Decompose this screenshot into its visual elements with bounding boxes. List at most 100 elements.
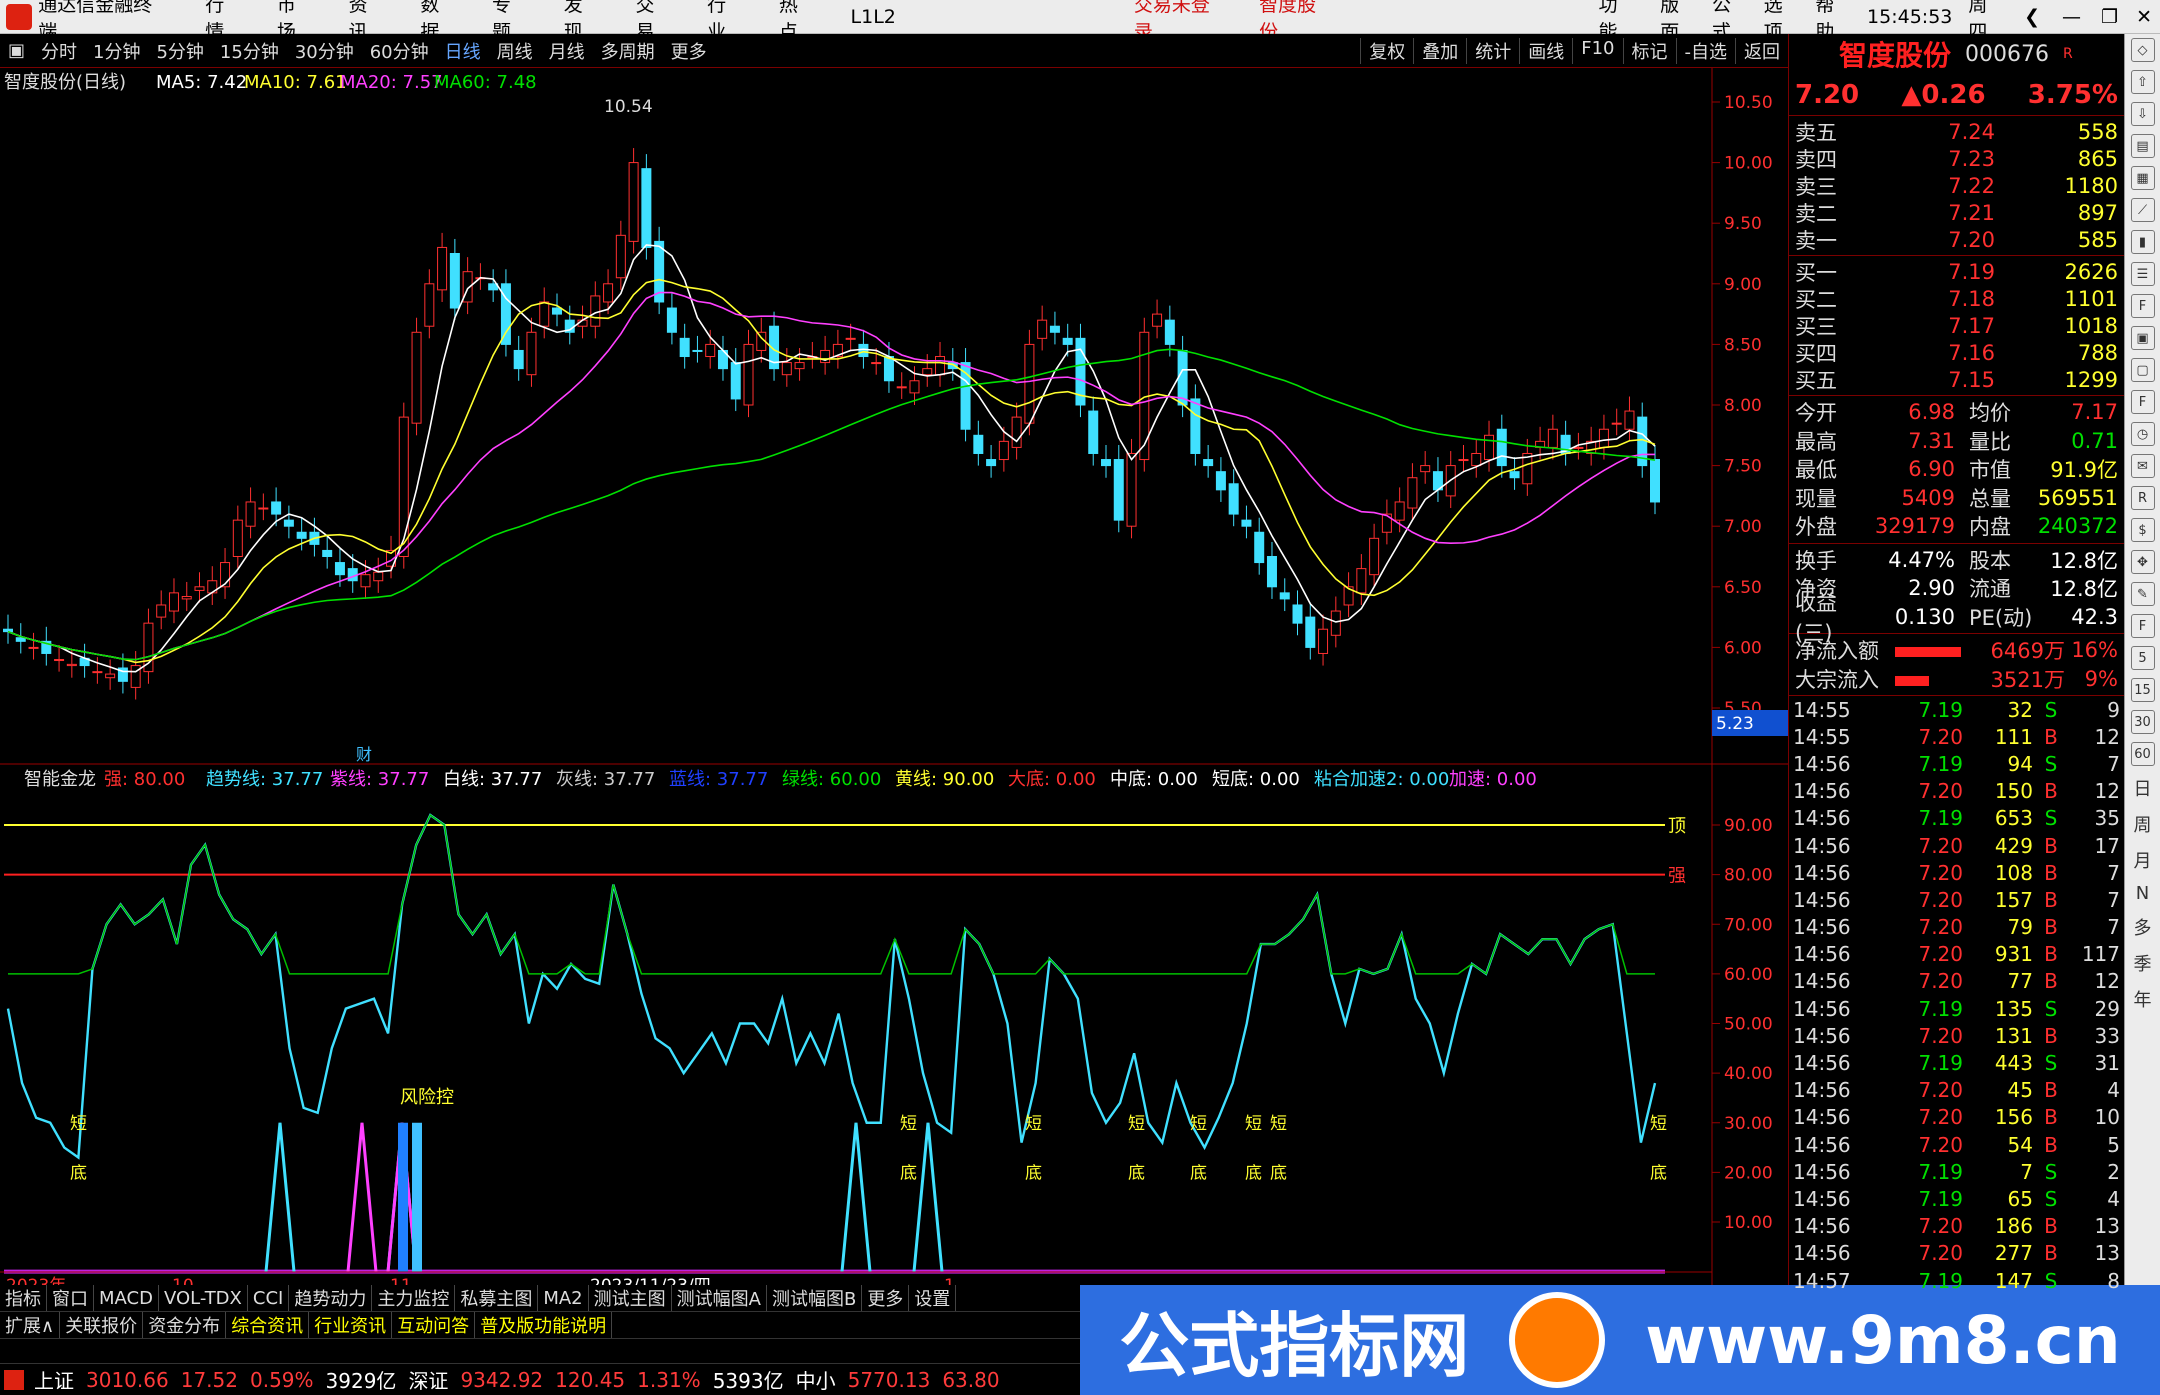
sidebar-period-n[interactable]: N [2136,883,2149,904]
indicator-tab[interactable]: MACD [94,1285,159,1311]
back-icon[interactable]: ❮ [2024,6,2040,28]
indicator-tab[interactable]: 更多 [862,1285,910,1311]
candle-body [258,507,269,510]
sidebar-chat-icon[interactable]: ✉ [2130,454,2155,478]
sidebar-fund-icon[interactable]: F [2130,294,2155,318]
sidebar-clock-icon[interactable]: ◷ [2130,422,2155,446]
price-cursor-value: 5.23 [1716,714,1754,734]
sidebar-down-icon[interactable]: ⇩ [2130,102,2155,126]
sidebar-rsi-icon[interactable]: R [2130,486,2155,510]
ask-row[interactable]: 卖四 7.23 865 [1789,145,2124,172]
info-tab[interactable]: 互动问答 [392,1312,476,1338]
info-tab[interactable]: 普及版功能说明 [475,1312,613,1338]
x-axis-label: 10 [172,1276,194,1285]
toolbar-menu-icon[interactable]: ▣ [0,40,33,61]
indicator-tab[interactable]: 测试幅图A [672,1285,767,1311]
kline-svg[interactable]: 10.50 10.00 9.50 9.00 8.50 8.00 7.50 7.00 6.50 6.… [0,68,1788,765]
sidebar-pen-icon[interactable]: ✎ [2130,582,2155,606]
tool-zixuan[interactable]: -自选 [1675,37,1736,64]
indicator-tab[interactable]: VOL-TDX [159,1285,248,1311]
indicator-tab[interactable]: 主力监控 [372,1285,456,1311]
info-tab[interactable]: 资金分布 [143,1312,227,1338]
indicator-tab[interactable]: 测试幅图B [767,1285,863,1311]
bid-row[interactable]: 买一 7.19 2626 [1789,258,2124,285]
period-fenshi[interactable]: 分时 [33,38,85,64]
tool-diejia[interactable]: 叠加 [1413,37,1466,64]
tool-fanhui[interactable]: 返回 [1735,37,1788,64]
sidebar-15-icon[interactable]: 15 [2130,678,2155,702]
info-tab[interactable]: 扩展∧ [0,1312,61,1338]
indicator-chart[interactable]: 90.00 80.00 70.00 60.00 50.00 40.00 30.00 20.00… [0,765,1788,1296]
sidebar-period-multi[interactable]: 多 [2134,914,2152,940]
ind-axis-label: 70.00 [1724,915,1773,935]
kline-chart[interactable]: 10.50 10.00 9.50 9.00 8.50 8.00 7.50 7.00 6.50 6.… [0,68,1788,765]
tool-f10[interactable]: F10 [1572,37,1622,64]
sidebar-candle-icon[interactable]: ▮ [2130,230,2155,254]
info-tab-row: 扩展∧ 关联报价 资金分布 综合资讯 行业资讯 互动问答 普及版功能说明 [0,1312,1080,1339]
tick-list[interactable]: 14:55 7.19 32 S 9 14:55 7.20 111 B 12 14:56 7.19 94 S… [1789,696,2124,1294]
period-5min[interactable]: 5分钟 [148,38,211,64]
indicator-tab[interactable]: 趋势动力 [289,1285,373,1311]
indicator-tab[interactable]: 测试主图 [589,1285,672,1311]
sidebar-fs-icon[interactable]: F [2130,614,2155,638]
indicator-tab[interactable]: CCI [248,1285,290,1311]
ask-row[interactable]: 卖二 7.21 897 [1789,199,2124,226]
sidebar-5-icon[interactable]: 5 [2130,646,2155,670]
sidebar-period-day[interactable]: 日 [2134,775,2152,801]
bid-row[interactable]: 买五 7.15 1299 [1789,366,2124,393]
period-15min[interactable]: 15分钟 [212,38,287,64]
sidebar-period-week[interactable]: 周 [2134,811,2152,837]
sidebar-list-icon[interactable]: ☰ [2130,262,2155,286]
tool-biaoji[interactable]: 标记 [1622,37,1676,64]
sidebar-page-icon[interactable]: ▢ [2130,358,2155,382]
info-tab[interactable]: 综合资讯 [226,1312,310,1338]
sidebar-collapse-icon[interactable]: ◇ [2130,38,2155,62]
period-1min[interactable]: 1分钟 [85,38,148,64]
sidebar-f2-icon[interactable]: F [2130,390,2155,414]
minimize-icon[interactable]: — [2062,6,2081,28]
sidebar-table-icon[interactable]: ▦ [2130,166,2155,190]
ask-book: 卖五 7.24 558 卖四 7.23 865 卖三 7.22 1180 卖二 7.21 897 卖一 7… [1789,116,2124,256]
sidebar-move-icon[interactable]: ✥ [2130,550,2155,574]
info-tab[interactable]: 关联报价 [60,1312,144,1338]
short-label: 短 [1128,1114,1145,1134]
sidebar-period-year[interactable]: 年 [2134,986,2152,1012]
sidebar-30-icon[interactable]: 30 [2130,710,2155,734]
tool-tongji[interactable]: 统计 [1466,37,1519,64]
sidebar-period-quarter[interactable]: 季 [2134,950,2152,976]
sidebar-60-icon[interactable]: 60 [2130,742,2155,766]
indicator-tab[interactable]: MA2 [538,1285,589,1311]
bid-row[interactable]: 买三 7.17 1018 [1789,312,2124,339]
indicator-tab[interactable]: 窗口 [47,1285,94,1311]
period-monthly[interactable]: 月线 [541,38,593,64]
sidebar-grid-icon[interactable]: ▣ [2130,326,2155,350]
restore-icon[interactable]: ❐ [2101,6,2118,28]
ask-row[interactable]: 卖一 7.20 585 [1789,226,2124,253]
period-weekly[interactable]: 周线 [489,38,541,64]
bid-row[interactable]: 买二 7.18 1101 [1789,285,2124,312]
period-more[interactable]: 更多 [663,38,715,64]
period-60min[interactable]: 60分钟 [362,38,437,64]
period-multi[interactable]: 多周期 [593,38,663,64]
period-30min[interactable]: 30分钟 [287,38,362,64]
info-tab[interactable]: 行业资讯 [309,1312,393,1338]
indicator-tab[interactable]: 私募主图 [455,1285,539,1311]
indicator-tab[interactable]: 设置 [909,1285,957,1311]
indicator-tab[interactable]: 指标 [0,1285,47,1311]
period-daily[interactable]: 日线 [437,38,489,64]
ask-row[interactable]: 卖五 7.24 558 [1789,118,2124,145]
close-icon[interactable]: ✕ [2136,6,2152,28]
bid-row[interactable]: 买四 7.16 788 [1789,339,2124,366]
menu-l1l2[interactable]: L1L2 [851,6,896,28]
candle-body [1279,592,1290,600]
sidebar-period-month[interactable]: 月 [2134,847,2152,873]
ask-row[interactable]: 卖三 7.22 1180 [1789,172,2124,199]
ma10-line [7,278,1656,664]
sidebar-up-icon[interactable]: ⇧ [2130,70,2155,94]
indicator-svg[interactable]: 90.00 80.00 70.00 60.00 50.00 40.00 30.00 20.00… [0,765,1788,1296]
sidebar-money-icon[interactable]: $ [2130,518,2155,542]
sidebar-trend-icon[interactable]: ⟋ [2130,198,2155,222]
sidebar-chart-icon[interactable]: ▤ [2130,134,2155,158]
tool-fuquan[interactable]: 复权 [1360,37,1413,64]
tool-huaxian[interactable]: 画线 [1519,37,1572,64]
